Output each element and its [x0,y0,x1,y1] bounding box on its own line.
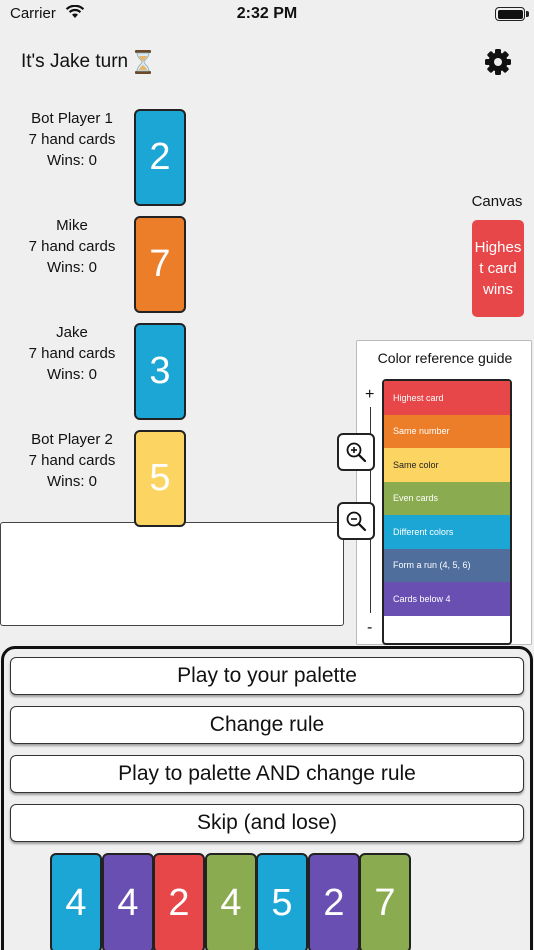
rule-item[interactable]: Even cards [384,481,510,515]
rule-list: Highest card Same number Same color Even… [382,379,512,645]
zoom-in-icon [346,442,367,463]
canvas-rule-text: Highest card wins [474,239,522,298]
player-hand-count: 7 hand cards [28,131,116,148]
player-wins: Wins: 0 [46,366,97,383]
rule-item[interactable]: Highest card [384,381,510,415]
skip-button[interactable]: Skip (and lose) [10,804,524,842]
player-name: Mike [56,217,88,234]
rule-item[interactable]: Same color [384,448,510,482]
player-name: Bot Player 1 [31,110,113,127]
clock: 2:32 PM [236,5,298,22]
player-wins: Wins: 0 [46,473,97,490]
canvas-label: Canvas [471,193,523,210]
rule-item[interactable]: Form a run (4, 5, 6) [384,548,510,582]
player-wins: Wins: 0 [46,152,97,169]
guide-title: Color reference guide [377,350,513,366]
hand-card[interactable]: 5 [256,853,308,950]
hand-card[interactable]: 4 [50,853,102,950]
zoom-out-icon [346,511,367,532]
palette-drop-area[interactable] [0,522,344,626]
battery-icon [495,7,529,21]
player-wins: Wins: 0 [46,259,97,276]
canvas-rule-card[interactable]: Highest card wins [472,220,524,317]
change-rule-button[interactable]: Change rule [10,706,524,744]
hand-card[interactable]: 2 [153,853,205,950]
player-palette-card[interactable]: 7 [134,216,186,313]
status-bar: Carrier 2:32 PM [0,0,534,30]
player-palette-card[interactable]: 3 [134,323,186,420]
player-info-jake: Jake 7 hand cards Wins: 0 [0,322,144,385]
play-and-change-rule-button[interactable]: Play to palette AND change rule [10,755,524,793]
rule-item[interactable]: Different colors [384,515,510,549]
zoom-in-button[interactable] [337,433,375,471]
player-hand-count: 7 hand cards [28,452,116,469]
player-hand-count: 7 hand cards [28,238,116,255]
hand-card[interactable]: 4 [205,853,257,950]
player-info-bot2: Bot Player 2 7 hand cards Wins: 0 [0,429,144,492]
rule-item[interactable]: Cards below 4 [384,582,510,616]
turn-text: It's Jake turn [21,51,129,72]
hand-card[interactable]: 7 [359,853,411,950]
zoom-out-button[interactable] [337,502,375,540]
hand-card[interactable]: 2 [308,853,360,950]
player-name: Jake [56,324,88,341]
player-info-bot1: Bot Player 1 7 hand cards Wins: 0 [0,108,144,171]
color-reference-guide: Color reference guide + - Highest card S… [356,340,532,645]
player-palette-card[interactable]: 5 [134,430,186,527]
player-name: Bot Player 2 [31,431,113,448]
player-info-mike: Mike 7 hand cards Wins: 0 [0,215,144,278]
rule-item[interactable]: Same number [384,414,510,448]
hourglass-icon [135,50,152,74]
player-palette-card[interactable]: 2 [134,109,186,206]
zoom-minus-label: - [367,619,373,636]
play-to-palette-button[interactable]: Play to your palette [10,657,524,695]
turn-indicator: It's Jake turn [21,50,152,74]
hand-card[interactable]: 4 [102,853,154,950]
player-hand-count: 7 hand cards [28,345,116,362]
settings-gear-icon[interactable] [482,46,514,78]
zoom-plus-label: + [365,386,375,403]
